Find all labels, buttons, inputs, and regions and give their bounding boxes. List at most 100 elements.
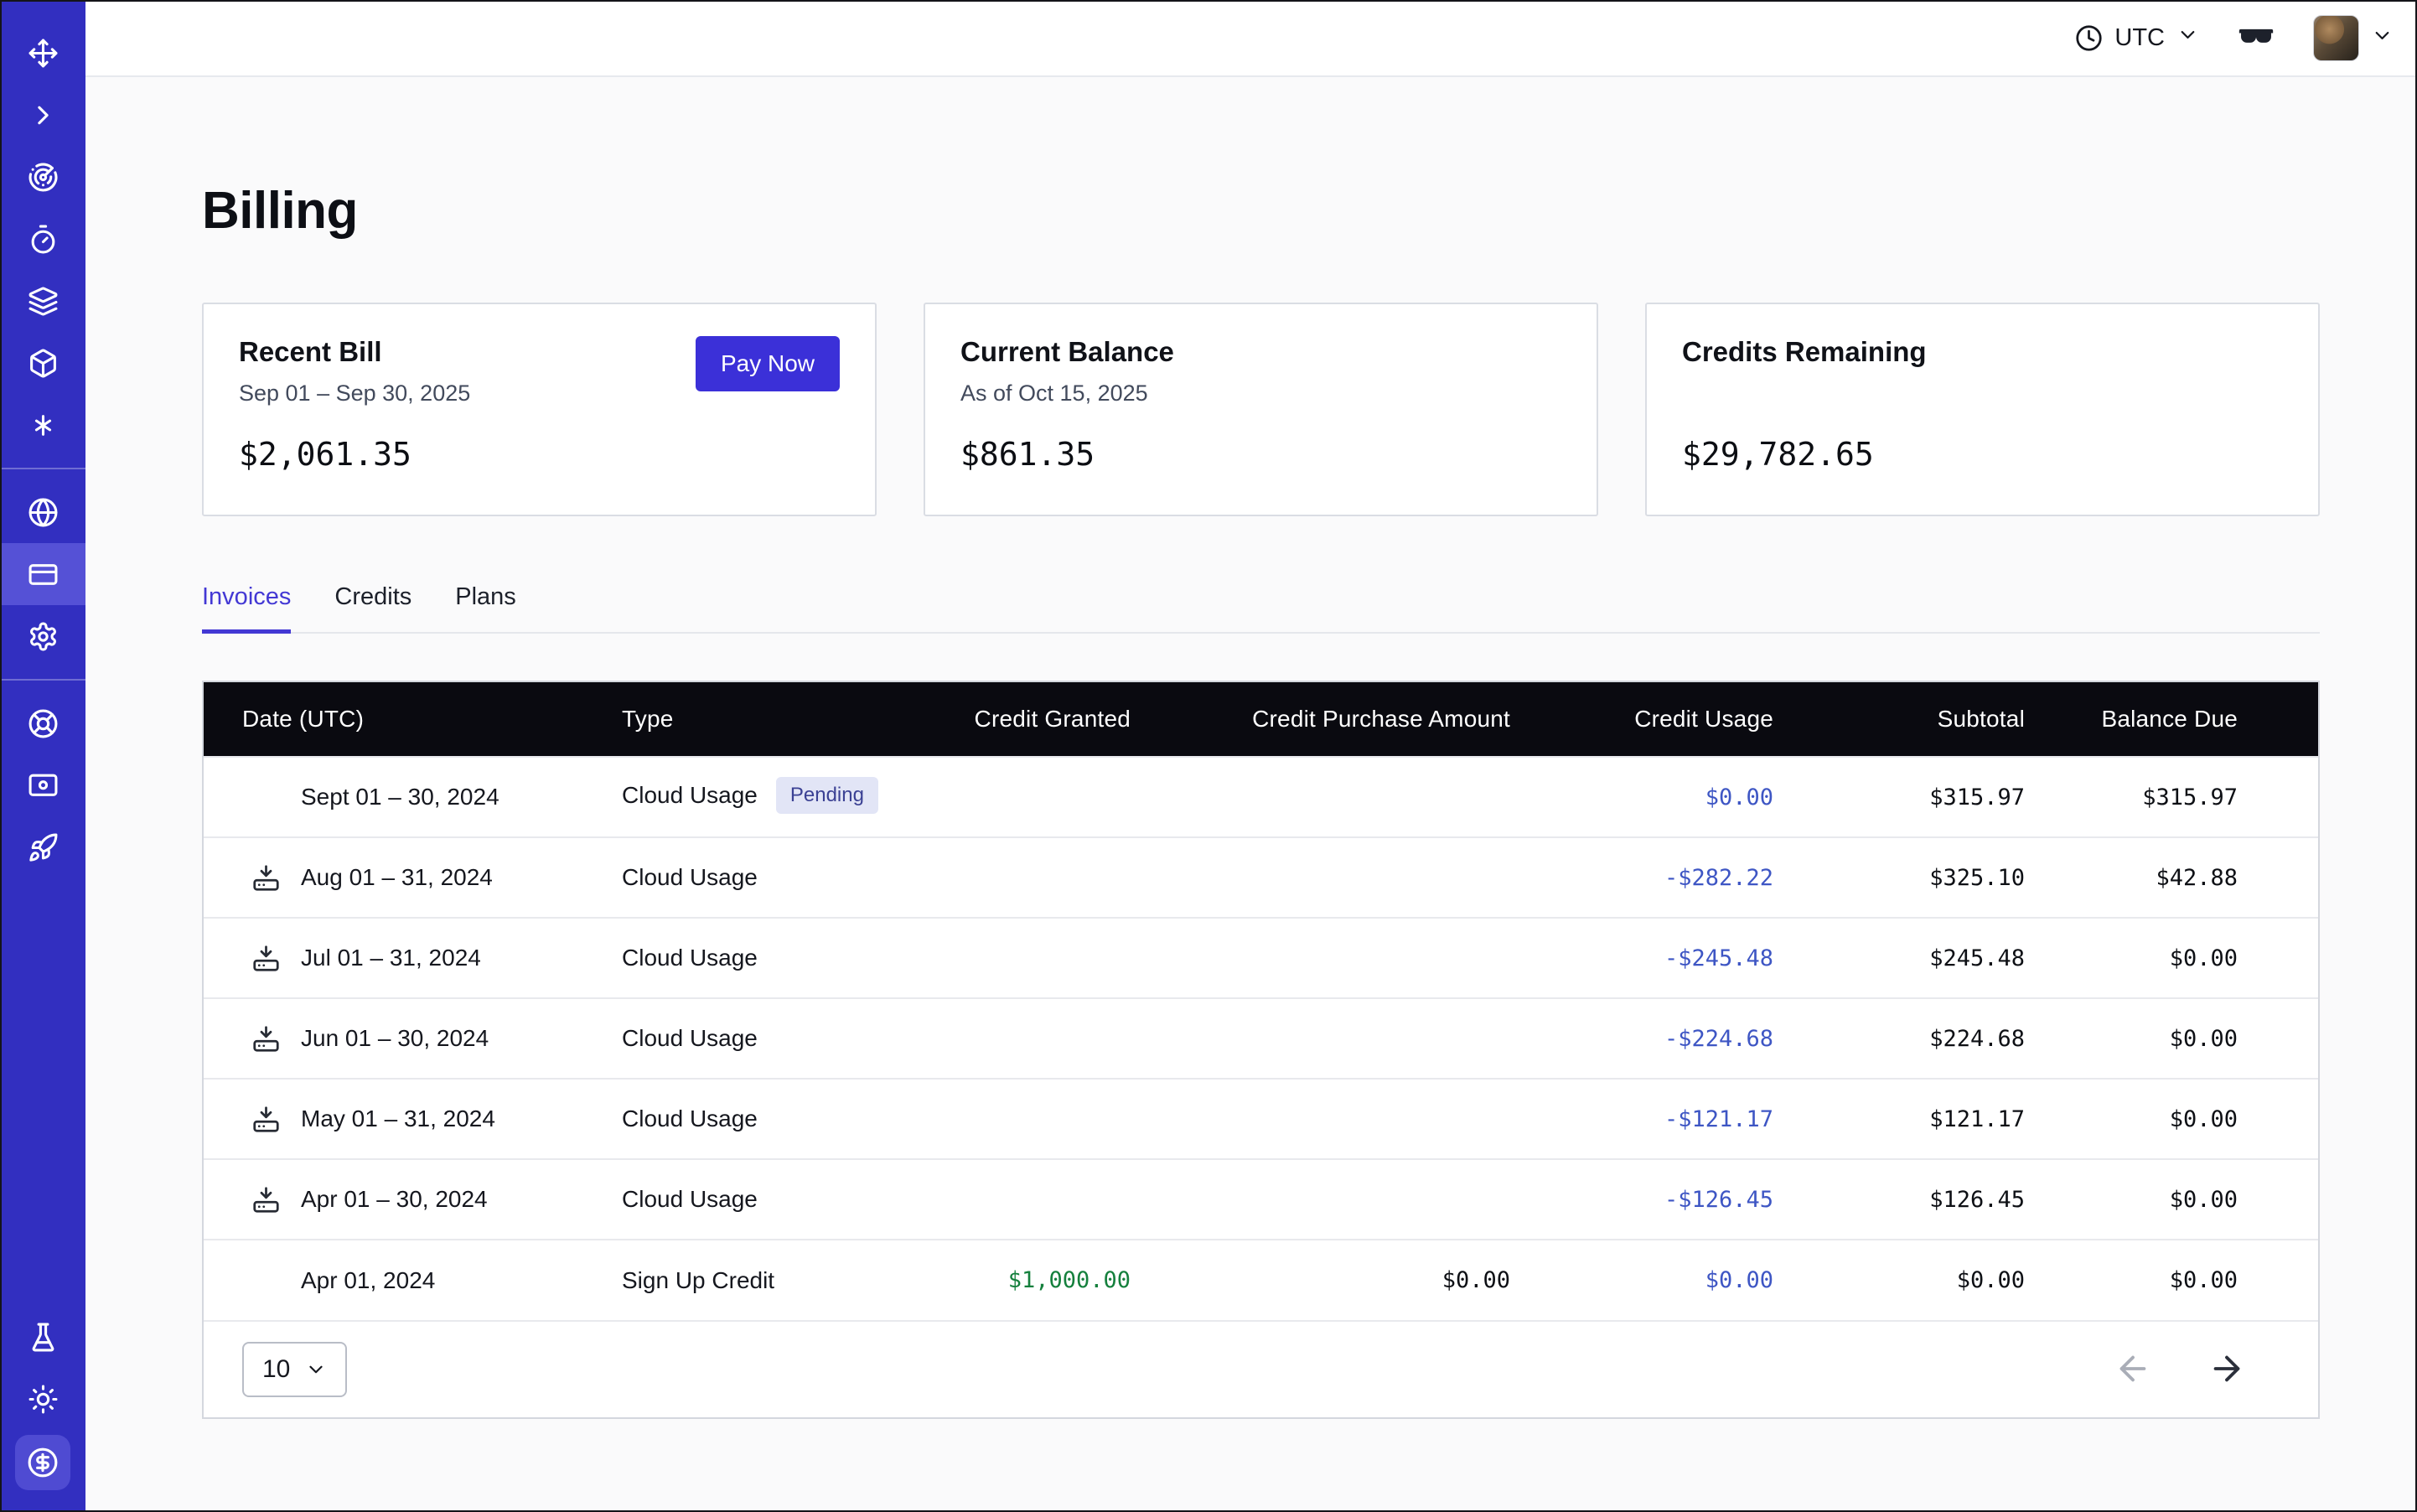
sidebar-item-settings[interactable] [0, 605, 85, 667]
sidebar-item-labs[interactable] [0, 1306, 85, 1368]
billing-tabs: Invoices Credits Plans [202, 583, 2320, 634]
download-icon [252, 1106, 280, 1133]
invoice-type-cell: Cloud Usage [622, 1159, 963, 1240]
column-header-credit-granted: Credit Granted [963, 682, 1164, 757]
recent-bill-card: Recent Bill Sep 01 – Sep 30, 2025 Pay No… [202, 303, 877, 516]
credit-granted-cell [963, 837, 1164, 918]
tab-invoices[interactable]: Invoices [202, 583, 291, 632]
credit-purchase-amount-cell [1164, 757, 1536, 837]
download-icon [252, 864, 280, 892]
card-title: Current Balance [960, 336, 1174, 368]
credit-granted-cell [963, 998, 1164, 1079]
sidebar-group-tools [0, 692, 85, 878]
prev-page-button[interactable] [2114, 1349, 2152, 1390]
invoice-type: Sign Up Credit [622, 1267, 774, 1293]
invoice-type: Cloud Usage [622, 864, 758, 890]
sidebar-divider [0, 468, 85, 469]
page-size-select[interactable]: 10 [242, 1342, 347, 1397]
download-invoice-button[interactable] [252, 945, 301, 972]
sidebar-item-radar[interactable] [0, 146, 85, 208]
sidebar-spacer [0, 878, 85, 1306]
subtotal-cell: $126.45 [1799, 1159, 2051, 1240]
status-badge: Pending [776, 777, 878, 814]
subtotal-cell: $224.68 [1799, 998, 2051, 1079]
box-icon [28, 348, 59, 379]
tab-plans[interactable]: Plans [455, 583, 516, 632]
sidebar-item-asterisk[interactable] [0, 394, 85, 456]
radar-icon [28, 162, 59, 193]
invoice-date: May 01 – 31, 2024 [301, 1106, 495, 1132]
invoices-table: Date (UTC) Type Credit Granted Credit Pu… [202, 681, 2320, 1419]
balance-due-cell: $0.00 [2051, 918, 2318, 998]
download-invoice-button[interactable] [252, 1186, 301, 1214]
move-icon [28, 38, 59, 69]
balance-due-cell: $0.00 [2051, 1159, 2318, 1240]
card-subtitle: Sep 01 – Sep 30, 2025 [239, 381, 470, 408]
goggles-button[interactable] [2238, 19, 2275, 56]
invoice-type-cell: Cloud Usage Pending [622, 757, 963, 837]
card-subtitle [1682, 381, 1927, 408]
sidebar-item-theme[interactable] [0, 1368, 85, 1430]
sidebar-group-billing [0, 481, 85, 667]
arrow-right-icon [2207, 1349, 2246, 1388]
page-title: Billing [202, 181, 2320, 241]
timezone-selector[interactable]: UTC [2075, 23, 2199, 53]
column-header-subtotal: Subtotal [1799, 682, 2051, 757]
sidebar-item-billing[interactable] [0, 543, 85, 605]
download-invoice-button[interactable] [252, 1106, 301, 1133]
column-header-date: Date (UTC) [204, 682, 622, 757]
credit-usage-cell: -$282.22 [1536, 837, 1799, 918]
invoice-date: Apr 01 – 30, 2024 [301, 1186, 488, 1213]
credits-remaining-amount: $29,782.65 [1682, 436, 2283, 473]
credit-granted-cell [963, 757, 1164, 837]
invoice-type-cell: Cloud Usage [622, 918, 963, 998]
sidebar-item-monitor[interactable] [0, 754, 85, 816]
card-title: Credits Remaining [1682, 336, 1927, 368]
invoice-date: Jul 01 – 31, 2024 [301, 945, 481, 971]
credit-usage-cell: $0.00 [1536, 757, 1799, 837]
sidebar-item-credits[interactable] [15, 1435, 70, 1490]
pagination [2114, 1349, 2246, 1390]
sidebar-item-timer[interactable] [0, 208, 85, 270]
sidebar-group-top [0, 22, 85, 456]
tab-credits[interactable]: Credits [334, 583, 411, 632]
monitor-icon [28, 770, 59, 801]
next-page-button[interactable] [2207, 1349, 2246, 1390]
sidebar-item-box[interactable] [0, 332, 85, 394]
sidebar-item-rocket[interactable] [0, 816, 85, 878]
sidebar-item-support[interactable] [0, 692, 85, 754]
credit-usage-cell: -$121.17 [1536, 1079, 1799, 1159]
sun-icon [28, 1384, 59, 1415]
download-invoice-button[interactable] [252, 864, 301, 892]
invoice-date: Sept 01 – 30, 2024 [301, 784, 499, 810]
chevron-down-icon [305, 1359, 327, 1380]
subtotal-cell: $325.10 [1799, 837, 2051, 918]
download-invoice-button[interactable] [252, 1025, 301, 1053]
invoice-date: Aug 01 – 31, 2024 [301, 864, 493, 891]
sidebar-item-expand[interactable] [0, 84, 85, 146]
current-balance-amount: $861.35 [960, 436, 1561, 473]
subtotal-cell: $0.00 [1799, 1240, 2051, 1320]
invoice-type-cell: Cloud Usage [622, 837, 963, 918]
current-balance-card: Current Balance As of Oct 15, 2025 $861.… [924, 303, 1598, 516]
sidebar-item-layers[interactable] [0, 270, 85, 332]
credit-purchase-amount-cell [1164, 918, 1536, 998]
credit-usage-cell: -$126.45 [1536, 1159, 1799, 1240]
balance-due-cell: $42.88 [2051, 837, 2318, 918]
pay-now-button[interactable]: Pay Now [696, 336, 840, 391]
table-row: Sept 01 – 30, 2024 Cloud Usage Pending $0.0… [204, 757, 2318, 837]
column-header-credit-usage: Credit Usage [1536, 682, 1799, 757]
rocket-icon [28, 832, 59, 863]
recent-bill-amount: $2,061.35 [239, 436, 840, 473]
account-menu[interactable] [2313, 15, 2394, 61]
chevron-down-icon [2176, 23, 2199, 53]
sidebar-item-move[interactable] [0, 22, 85, 84]
credit-usage-cell: -$224.68 [1536, 998, 1799, 1079]
invoice-type: Cloud Usage [622, 782, 758, 808]
balance-due-cell: $315.97 [2051, 757, 2318, 837]
download-icon [252, 1186, 280, 1214]
chevron-right-icon [28, 100, 59, 131]
sidebar-item-globe[interactable] [0, 481, 85, 543]
dollar-circle-icon [27, 1447, 59, 1478]
balance-due-cell: $0.00 [2051, 998, 2318, 1079]
